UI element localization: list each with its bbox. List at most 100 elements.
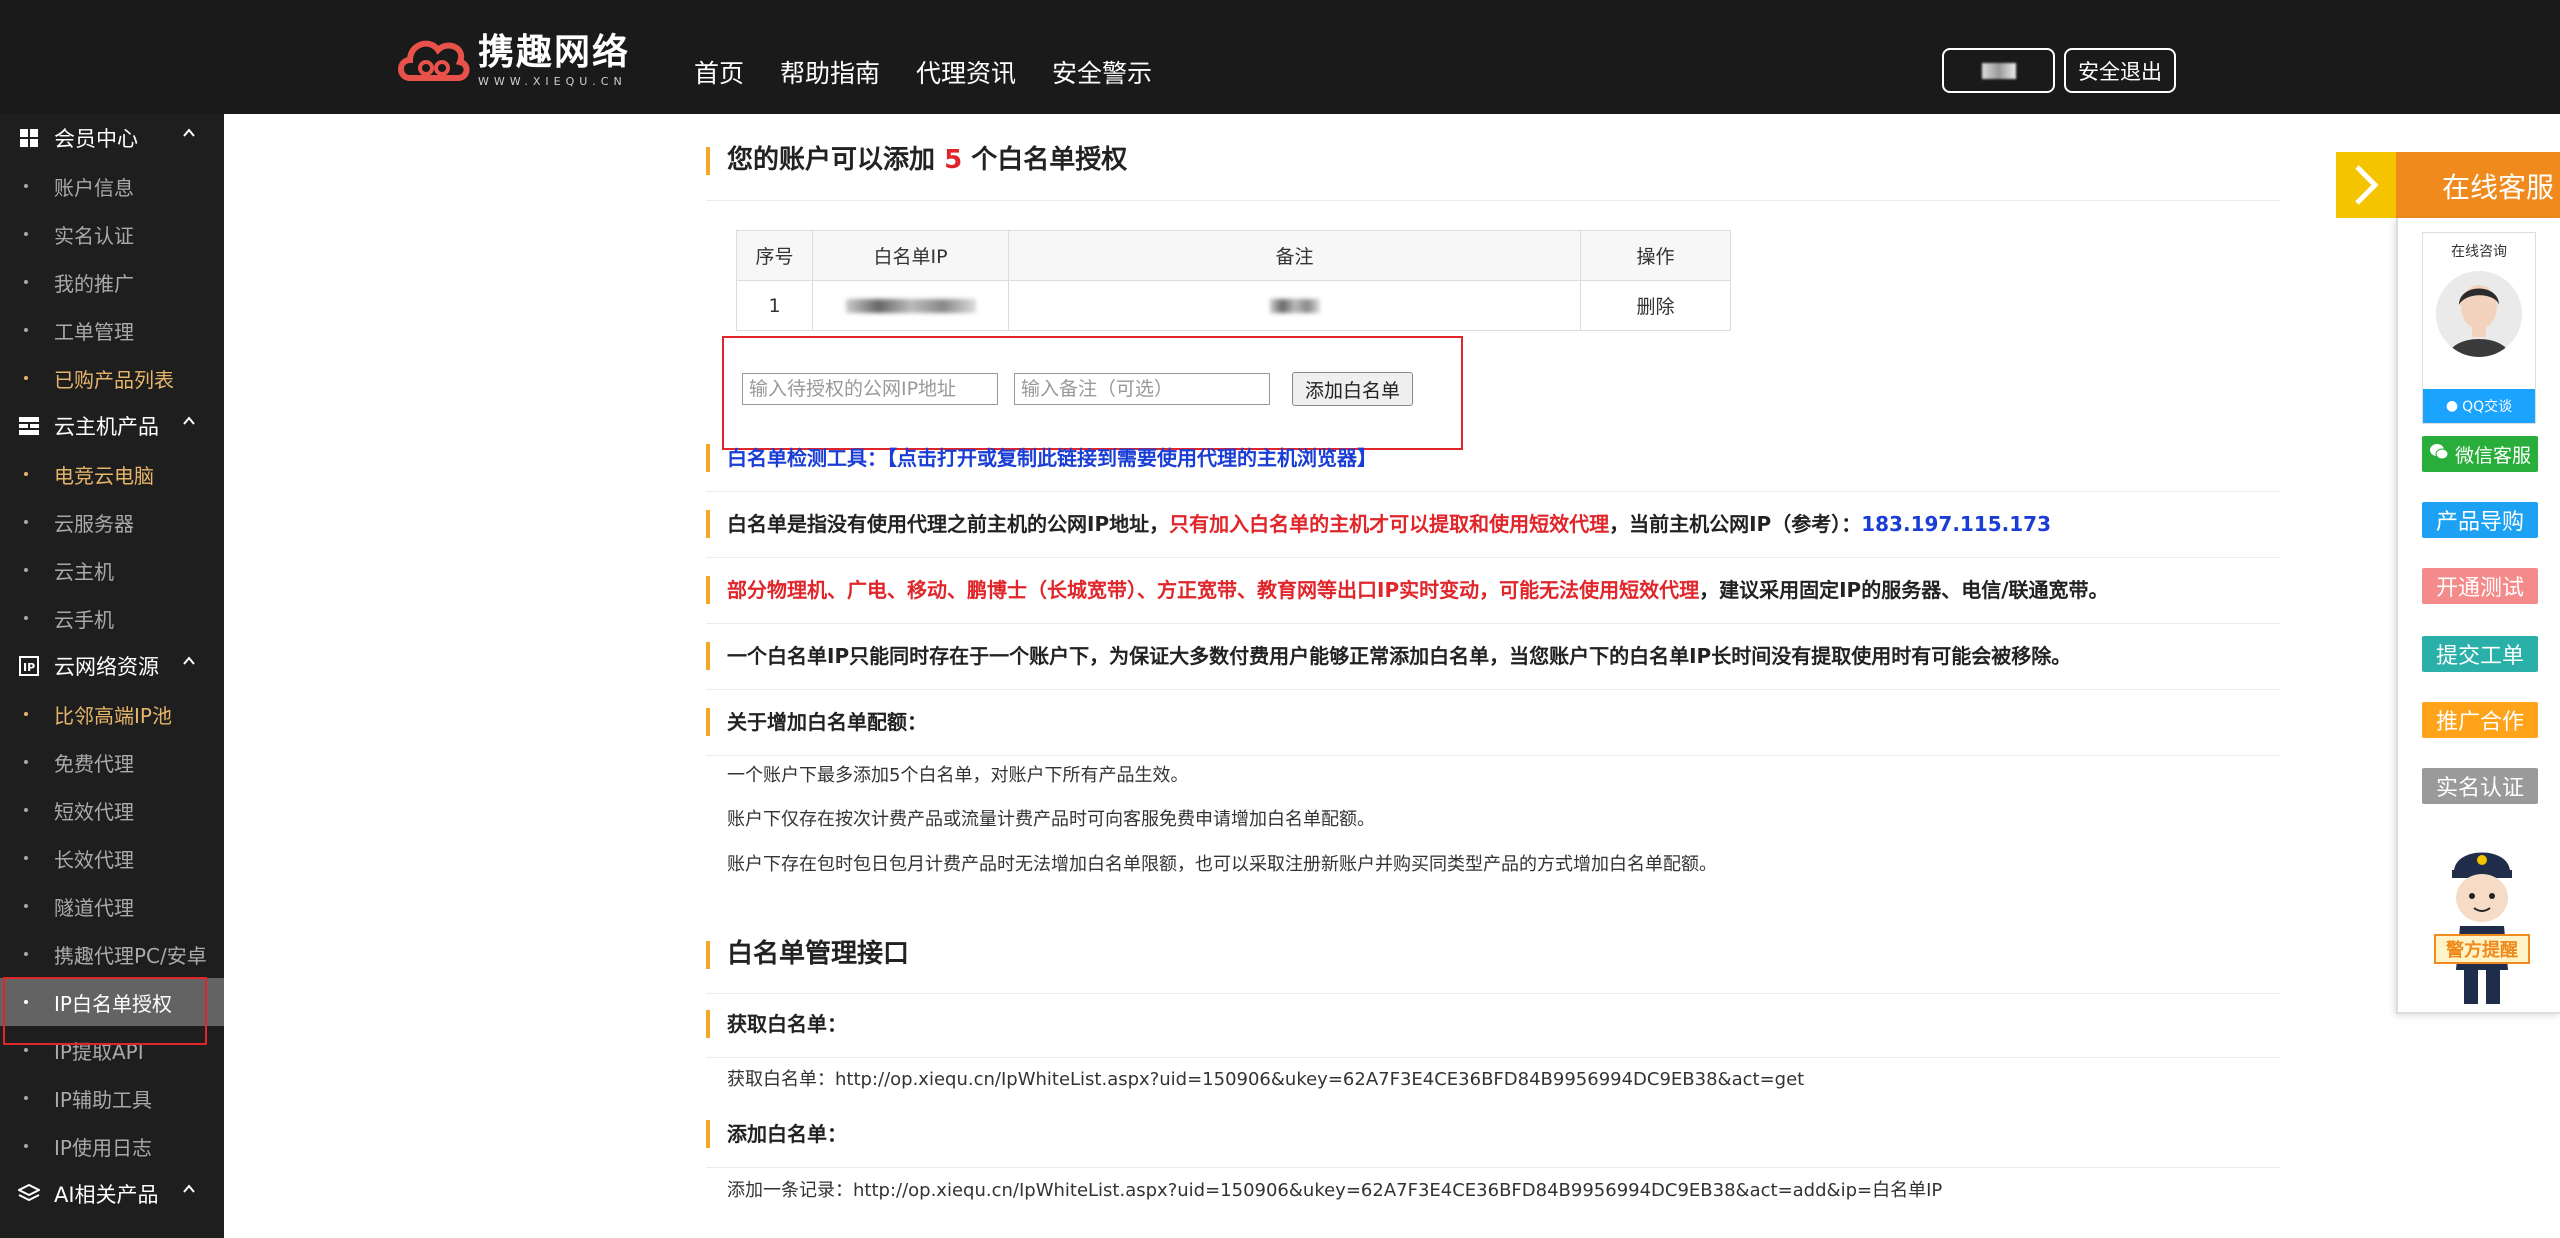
highlight-box (3, 977, 207, 1045)
sidebar-group-ai[interactable]: AI相关产品 (0, 1170, 224, 1218)
promotion-button[interactable]: 推广合作 (2422, 702, 2538, 738)
sidebar-item-cloud-server[interactable]: 云服务器 (0, 498, 224, 546)
get-whitelist-section: 获取白名单： (706, 1010, 2281, 1058)
police-figure-icon (2452, 852, 2512, 1004)
ip-address-input[interactable] (742, 373, 998, 405)
chevron-up-icon (183, 1184, 195, 1193)
online-service-title: 在线客服 (2442, 171, 2555, 204)
col-index: 序号 (736, 230, 813, 281)
sidebar-item-tunnel-proxy[interactable]: 隧道代理 (0, 882, 224, 930)
sidebar-group-cloud-host[interactable]: 云主机产品 (0, 402, 224, 450)
real-name-button[interactable]: 实名认证 (2422, 768, 2538, 804)
delete-button[interactable]: 删除 (1580, 280, 1731, 331)
top-nav: 首页 帮助指南 代理资讯 安全警示 (694, 54, 1152, 90)
get-whitelist-url[interactable]: 获取白名单：http://op.xiequ.cn/IpWhiteList.asp… (706, 1066, 1804, 1094)
sidebar-item-free-proxy[interactable]: 免费代理 (0, 738, 224, 786)
row-note (1008, 280, 1581, 331)
site-logo[interactable]: 携趣网络 WWW.XIEQU.CN (396, 30, 630, 90)
col-ip: 白名单IP (812, 230, 1009, 281)
add-whitelist-url[interactable]: 添加一条记录：http://op.xiequ.cn/IpWhiteList.as… (706, 1177, 1942, 1205)
consult-label: 在线咨询 (2451, 244, 2507, 260)
sidebar-item-cloud-phone[interactable]: 云手机 (0, 594, 224, 642)
col-action: 操作 (1580, 230, 1731, 281)
quota-line: 一个账户下最多添加5个白名单，对账户下所有产品生效。 (727, 765, 1189, 786)
grid-icon (18, 127, 40, 149)
sidebar-item-promotion[interactable]: 我的推广 (0, 258, 224, 306)
sidebar-item-long-proxy[interactable]: 长效代理 (0, 834, 224, 882)
whitelist-table: 序号 白名单IP 备注 操作 1 删除 (736, 230, 1731, 331)
service-panel: 在线咨询 ● QQ交谈 微信客服 产品导购 开通测试 提交工单 推广合作 实名认证… (2396, 218, 2560, 1014)
quota-title: 关于增加白名单配额： (706, 708, 2281, 736)
add-whitelist-form: 添加白名单 (742, 372, 1414, 406)
layers-icon (18, 1183, 40, 1205)
sidebar-group-label: 云主机产品 (54, 415, 159, 439)
logo-cloud-icon (398, 40, 470, 81)
logo-domain: WWW.XIEQU.CN (478, 74, 627, 88)
chevron-up-icon (183, 416, 195, 425)
online-service-header[interactable]: 在线客服 (2336, 152, 2560, 218)
top-header: 携趣网络 WWW.XIEQU.CN 首页 帮助指南 代理资讯 安全警示 安全退出 (0, 0, 2560, 114)
api-section-title: 白名单管理接口 (706, 934, 2281, 974)
add-whitelist-section: 添加白名单： (706, 1120, 2281, 1168)
server-icon (18, 415, 40, 437)
logout-button[interactable]: 安全退出 (2064, 48, 2176, 93)
submit-ticket-button[interactable]: 提交工单 (2422, 636, 2538, 672)
page-title: 您的账户可以添加 5 个白名单授权 (706, 140, 2281, 180)
police-reminder-label: 警方提醒 (2434, 934, 2530, 964)
chevron-up-icon (183, 656, 195, 665)
add-whitelist-button[interactable]: 添加白名单 (1292, 372, 1414, 406)
sidebar-group-label: 会员中心 (54, 127, 138, 151)
table-header-row: 序号 白名单IP 备注 操作 (736, 230, 1731, 281)
row-index: 1 (736, 280, 813, 331)
dynamic-ip-warning: 部分物理机、广电、移动、鹏博士（长城宽带）、方正宽带、教育网等出口IP实时变动，… (706, 576, 2281, 624)
check-tool-link[interactable]: 白名单检测工具：【点击打开或复制此链接到需要使用代理的主机浏览器】 (706, 444, 2281, 472)
sidebar-item-short-proxy[interactable]: 短效代理 (0, 786, 224, 834)
row-ip (812, 280, 1009, 331)
sidebar-group-label: 云网络资源 (54, 655, 159, 679)
open-test-button[interactable]: 开通测试 (2422, 568, 2538, 604)
sidebar-item-purchased[interactable]: 已购产品列表 (0, 354, 224, 402)
product-guide-button[interactable]: 产品导购 (2422, 502, 2538, 538)
current-public-ip: 183.197.115.173 (1861, 512, 2052, 536)
chevron-right-icon[interactable] (2336, 152, 2396, 218)
nav-news[interactable]: 代理资讯 (916, 54, 1016, 90)
single-account-notice: 一个白名单IP只能同时存在于一个账户下，为保证大多数付费用户能够正常添加白名单，… (706, 642, 2281, 690)
sidebar-item-ip-log[interactable]: IP使用日志 (0, 1122, 224, 1170)
remark-input[interactable] (1014, 373, 1270, 405)
ip-icon: IP (18, 655, 40, 677)
nav-security[interactable]: 安全警示 (1052, 54, 1152, 90)
quota-section: 关于增加白名单配额： (706, 708, 2281, 756)
sidebar-item-gaming-pc[interactable]: 电竞云电脑 (0, 450, 224, 498)
nav-help[interactable]: 帮助指南 (780, 54, 880, 90)
wechat-service-button[interactable]: 微信客服 (2422, 436, 2538, 472)
avatar (2436, 271, 2522, 357)
consult-card: 在线咨询 ● QQ交谈 (2422, 232, 2536, 424)
wechat-icon (2429, 443, 2449, 466)
sidebar: 会员中心 账户信息 实名认证 我的推广 工单管理 已购产品列表 云主机产品 电竞… (0, 114, 224, 1238)
nav-home[interactable]: 首页 (694, 54, 744, 90)
whitelist-quota: 5 (944, 145, 963, 175)
sidebar-item-real-name[interactable]: 实名认证 (0, 210, 224, 258)
sidebar-item-account-info[interactable]: 账户信息 (0, 162, 224, 210)
svg-text:IP: IP (23, 661, 35, 674)
sidebar-item-cloud-host[interactable]: 云主机 (0, 546, 224, 594)
qq-chat-button[interactable]: ● QQ交谈 (2423, 389, 2535, 423)
sidebar-item-ip-tools[interactable]: IP辅助工具 (0, 1074, 224, 1122)
sidebar-group-cloud-network[interactable]: IP 云网络资源 (0, 642, 224, 690)
col-note: 备注 (1008, 230, 1581, 281)
whitelist-check-tool: 白名单检测工具：【点击打开或复制此链接到需要使用代理的主机浏览器】 (706, 444, 2281, 492)
sidebar-item-proxy-client[interactable]: 携趣代理PC/安卓 (0, 930, 224, 978)
blurred-username (1981, 62, 2016, 79)
quota-line: 账户下存在包时包日包月计费产品时无法增加白名单限额，也可以采取注册新账户并购买同… (727, 854, 1717, 875)
quota-line: 账户下仅存在按次计费产品或流量计费产品时可向客服免费申请增加白名单配额。 (727, 809, 1375, 830)
police-reminder[interactable]: 警方提醒 (2426, 842, 2538, 1010)
table-row: 1 删除 (736, 280, 1731, 331)
chevron-up-icon (183, 128, 195, 137)
sidebar-item-ip-pool[interactable]: 比邻高端IP池 (0, 690, 224, 738)
sidebar-item-tickets[interactable]: 工单管理 (0, 306, 224, 354)
qq-icon: ● (2445, 398, 2459, 414)
logo-text: 携趣网络 (478, 31, 631, 73)
sidebar-group-label: AI相关产品 (54, 1183, 159, 1207)
user-account-button[interactable] (1942, 48, 2055, 93)
sidebar-group-member[interactable]: 会员中心 (0, 114, 224, 162)
